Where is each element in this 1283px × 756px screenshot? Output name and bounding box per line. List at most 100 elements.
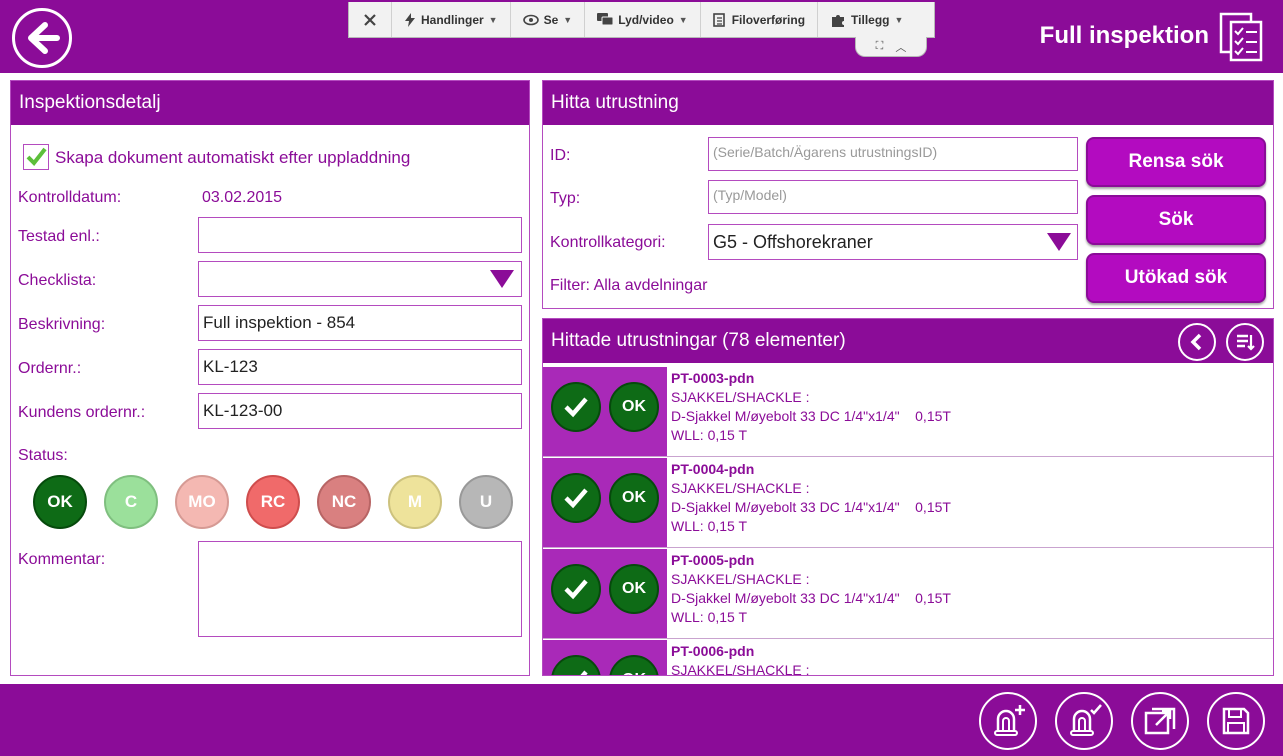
results-back-button[interactable] [1178, 323, 1216, 361]
lightning-icon [405, 12, 415, 27]
toolbar-collapse-tab[interactable]: ⛶ ︿ [855, 37, 927, 57]
checklist-document-icon [1219, 12, 1263, 62]
type-search-input[interactable]: (Typ/Model) [708, 180, 1078, 214]
approve-button[interactable] [551, 564, 601, 614]
status-ok-button[interactable]: OK [33, 475, 87, 529]
tested-label: Testad enl.: [18, 228, 100, 245]
status-m-button[interactable]: M [388, 475, 442, 529]
row-text: PT-0004-pdn SJAKKEL/SHACKLE : D-Sjakkel … [671, 460, 951, 536]
equipment-description: D-Sjakkel M/øyebolt 33 DC 1/4"x1/4" 0,15… [671, 499, 951, 515]
toolbar-lyd-video-label: Lyd/video [618, 12, 674, 27]
checkmark-icon [564, 488, 588, 509]
shackle-add-icon [994, 705, 1025, 736]
order-number-field[interactable]: KL-123 [198, 349, 522, 385]
auto-document-label: Skapa dokument automatiskt efter uppladd… [55, 148, 411, 167]
eye-icon [522, 14, 539, 25]
status-mo-label: MO [188, 492, 216, 511]
status-mo-button[interactable]: MO [175, 475, 229, 529]
list-item[interactable]: OK PT-0004-pdn SJAKKEL/SHACKLE : D-Sjakk… [543, 458, 1273, 548]
status-rc-button[interactable]: RC [246, 475, 300, 529]
puzzle-icon [832, 14, 845, 27]
save-button[interactable] [1207, 692, 1265, 750]
id-search-input[interactable]: (Serie/Batch/Ägarens utrustningsID) [708, 137, 1078, 171]
description-field[interactable]: Full inspektion - 854 [198, 305, 522, 341]
equipment-description: D-Sjakkel M/øyebolt 33 DC 1/4"x1/4" 0,15… [671, 590, 951, 606]
chevron-down-icon: ▼ [894, 14, 904, 25]
description-label: Beskrivning: [18, 316, 106, 333]
checklist-label: Checklista: [18, 272, 97, 289]
row-text: PT-0005-pdn SJAKKEL/SHACKLE : D-Sjakkel … [671, 551, 951, 627]
toolbar-tillegg[interactable]: Tillegg ▼ [818, 2, 915, 37]
status-nc-label: NC [331, 492, 357, 511]
approve-button[interactable] [551, 473, 601, 523]
status-c-button[interactable]: C [104, 475, 158, 529]
page-title: Full inspektion [1039, 22, 1209, 49]
remote-toolbar: Handlinger ▼ Se ▼ Lyd/video ▼ Filoverfør… [348, 2, 935, 38]
checklist-dropdown-icon[interactable] [490, 270, 514, 288]
chevron-down-icon: ▼ [563, 14, 573, 25]
auto-document-checkbox[interactable] [23, 144, 49, 170]
filter-label: Filter: Alla avdelningar [550, 277, 708, 294]
external-window-icon [1144, 707, 1176, 735]
approve-equipment-button[interactable] [1055, 692, 1113, 750]
ok-status-button[interactable]: OK [609, 564, 659, 614]
toolbar-se[interactable]: Se ▼ [511, 2, 586, 37]
type-label: Typ: [550, 190, 581, 207]
category-select[interactable]: G5 - Offshorekraner [708, 224, 1078, 260]
ok-status-button[interactable]: OK [609, 382, 659, 432]
equipment-wll: WLL: 0,15 T [671, 518, 748, 534]
advanced-search-button[interactable]: Utökad sök [1086, 253, 1266, 303]
chevron-down-icon: ▼ [488, 14, 498, 25]
chevron-up-icon[interactable]: ︿ [895, 39, 906, 55]
list-item[interactable]: OK PT-0005-pdn SJAKKEL/SHACKLE : D-Sjakk… [543, 549, 1273, 639]
toolbar-handlinger[interactable]: Handlinger ▼ [392, 2, 511, 37]
equipment-type: SJAKKEL/SHACKLE : [671, 480, 810, 496]
comment-textarea[interactable] [198, 541, 522, 637]
checklist-select[interactable] [198, 261, 522, 297]
equipment-id: PT-0005-pdn [671, 552, 755, 568]
equipment-type: SJAKKEL/SHACKLE : [671, 389, 810, 405]
category-dropdown-icon[interactable] [1047, 233, 1071, 251]
close-icon [364, 13, 376, 26]
file-icon [712, 12, 725, 27]
search-panel-title: Hitta utrustning [543, 81, 1273, 125]
shackle-check-icon [1070, 704, 1102, 736]
status-ok-label: OK [47, 492, 73, 511]
comment-label: Kommentar: [18, 551, 106, 568]
toolbar-filoverforing[interactable]: Filoverføring [701, 2, 819, 37]
footer-bar [0, 684, 1283, 756]
results-panel: Hittade utrustningar (78 elementer) OK P… [542, 318, 1274, 676]
type-search-placeholder: (Typ/Model) [713, 187, 787, 203]
save-icon [1222, 707, 1250, 735]
status-nc-button[interactable]: NC [317, 475, 371, 529]
equipment-id: PT-0003-pdn [671, 370, 755, 386]
search-button[interactable]: Sök [1086, 195, 1266, 245]
list-item[interactable]: OK PT-0003-pdn SJAKKEL/SHACKLE : D-Sjakk… [543, 367, 1273, 457]
customer-order-field[interactable]: KL-123-00 [198, 393, 522, 429]
sort-icon [1237, 334, 1255, 351]
equipment-wll: WLL: 0,15 T [671, 609, 748, 625]
back-button[interactable] [12, 8, 72, 68]
ok-status-button[interactable]: OK [609, 473, 659, 523]
list-item[interactable]: OK PT-0006-pdn SJAKKEL/SHACKLE : [543, 640, 1273, 675]
checkmark-icon [564, 397, 588, 418]
equipment-wll: WLL: 0,15 T [671, 427, 748, 443]
toolbar-lyd-video[interactable]: Lyd/video ▼ [585, 2, 701, 37]
open-external-button[interactable] [1131, 692, 1189, 750]
status-rc-label: RC [260, 492, 286, 511]
toolbar-filoverforing-label: Filoverføring [731, 12, 806, 27]
add-equipment-button[interactable] [979, 692, 1037, 750]
chat-icon [597, 12, 614, 25]
status-u-button[interactable]: U [459, 475, 513, 529]
fullscreen-icon[interactable]: ⛶ [876, 40, 884, 53]
chevron-left-icon [1190, 333, 1202, 351]
approve-button[interactable] [551, 382, 601, 432]
clear-search-button[interactable]: Rensa sök [1086, 137, 1266, 187]
control-date-label: Kontrolldatum: [18, 189, 122, 206]
tested-field[interactable] [198, 217, 522, 253]
toolbar-tillegg-label: Tillegg [851, 12, 890, 27]
toolbar-close-button[interactable] [349, 2, 392, 37]
results-sort-button[interactable] [1226, 323, 1264, 361]
category-label: Kontrollkategori: [550, 234, 666, 251]
id-label: ID: [550, 147, 571, 164]
